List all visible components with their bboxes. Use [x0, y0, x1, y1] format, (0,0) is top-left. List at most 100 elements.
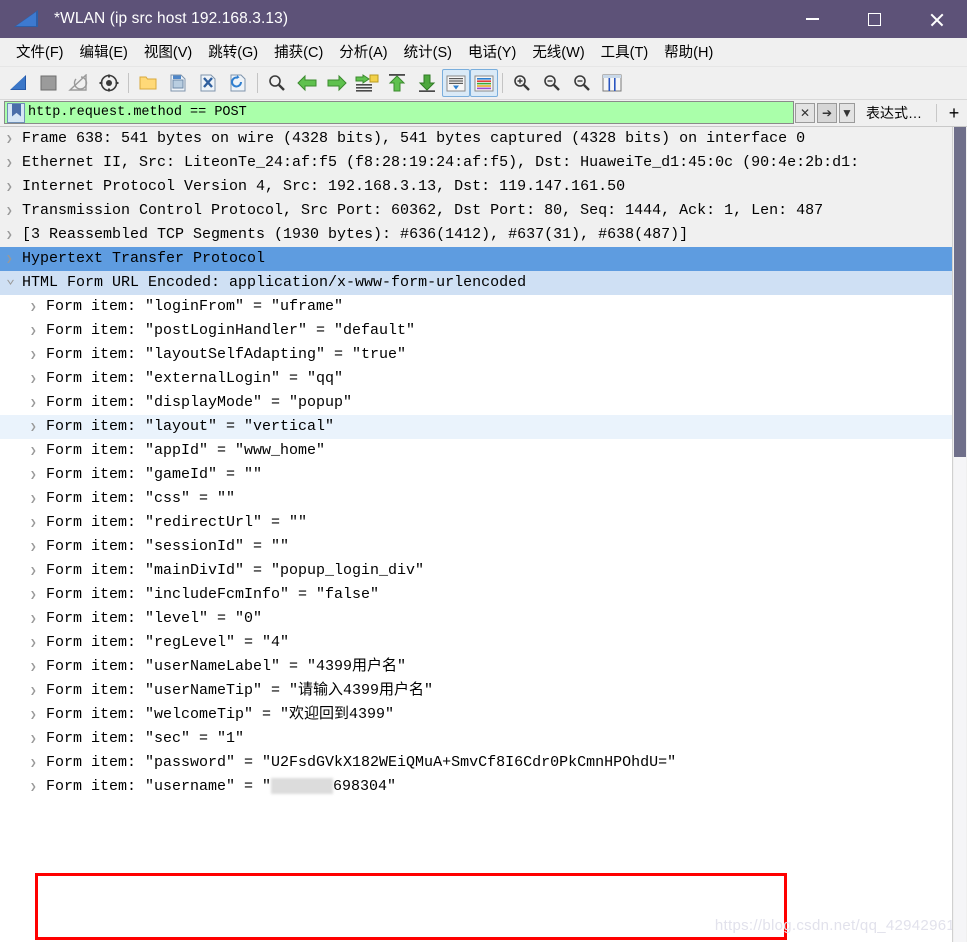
go-first-packet-icon[interactable]: [382, 69, 412, 97]
detail-row[interactable]: Form item: "sec" = "1": [0, 727, 952, 751]
packet-detail-tree[interactable]: Frame 638: 541 bytes on wire (4328 bits)…: [0, 127, 952, 942]
detail-row[interactable]: Ethernet II, Src: LiteonTe_24:af:f5 (f8:…: [0, 151, 952, 175]
close-button[interactable]: [905, 0, 967, 38]
detail-row[interactable]: Form item: "postLoginHandler" = "default…: [0, 319, 952, 343]
detail-row[interactable]: Form item: "loginFrom" = "uframe": [0, 295, 952, 319]
vertical-scrollbar[interactable]: [952, 127, 967, 942]
detail-row[interactable]: Form item: "gameId" = "": [0, 463, 952, 487]
chevron-right-icon[interactable]: [6, 175, 22, 200]
chevron-right-icon[interactable]: [30, 679, 46, 704]
chevron-right-icon[interactable]: [30, 295, 46, 320]
detail-row[interactable]: Form item: "layoutSelfAdapting" = "true": [0, 343, 952, 367]
detail-row[interactable]: Form item: "userNameLabel" = "4399用户名": [0, 655, 952, 679]
chevron-right-icon[interactable]: [30, 511, 46, 536]
chevron-right-icon[interactable]: [6, 199, 22, 224]
chevron-right-icon[interactable]: [6, 151, 22, 176]
minimize-button[interactable]: [781, 0, 843, 38]
detail-row[interactable]: Form item: "username" = " 698304": [0, 775, 952, 799]
chevron-right-icon[interactable]: [30, 703, 46, 728]
menu-go[interactable]: 跳转(G): [200, 39, 266, 65]
detail-row[interactable]: Form item: "password" = "U2FsdGVkX182WEi…: [0, 751, 952, 775]
menu-telephony[interactable]: 电话(Y): [460, 39, 524, 65]
detail-row[interactable]: Form item: "layout" = "vertical": [0, 415, 952, 439]
chevron-right-icon[interactable]: [30, 775, 46, 800]
start-capture-icon[interactable]: [4, 69, 34, 97]
detail-row[interactable]: Form item: "css" = "": [0, 487, 952, 511]
chevron-right-icon[interactable]: [30, 487, 46, 512]
chevron-right-icon[interactable]: [30, 391, 46, 416]
detail-row[interactable]: Internet Protocol Version 4, Src: 192.16…: [0, 175, 952, 199]
zoom-reset-icon[interactable]: [567, 69, 597, 97]
menu-file[interactable]: 文件(F): [8, 39, 72, 65]
open-file-icon[interactable]: [133, 69, 163, 97]
clear-filter-button[interactable]: ✕: [795, 103, 815, 123]
detail-row[interactable]: Form item: "displayMode" = "popup": [0, 391, 952, 415]
filter-expression-button[interactable]: 表达式…: [856, 103, 932, 123]
zoom-in-icon[interactable]: [507, 69, 537, 97]
chevron-right-icon[interactable]: [30, 583, 46, 608]
find-packet-icon[interactable]: [262, 69, 292, 97]
detail-row[interactable]: Form item: "regLevel" = "4": [0, 631, 952, 655]
add-filter-button[interactable]: +: [941, 103, 967, 124]
chevron-right-icon[interactable]: [6, 247, 22, 272]
chevron-right-icon[interactable]: [30, 463, 46, 488]
chevron-right-icon[interactable]: [30, 343, 46, 368]
chevron-right-icon[interactable]: [30, 535, 46, 560]
detail-row[interactable]: Form item: "externalLogin" = "qq": [0, 367, 952, 391]
go-forward-icon[interactable]: [322, 69, 352, 97]
filter-history-dropdown[interactable]: ▼: [839, 103, 855, 123]
detail-row[interactable]: Hypertext Transfer Protocol: [0, 247, 952, 271]
capture-options-icon[interactable]: [94, 69, 124, 97]
detail-row[interactable]: HTML Form URL Encoded: application/x-www…: [0, 271, 952, 295]
detail-row[interactable]: Form item: "userNameTip" = "请输入4399用户名": [0, 679, 952, 703]
detail-row[interactable]: Form item: "sessionId" = "": [0, 535, 952, 559]
go-last-packet-icon[interactable]: [412, 69, 442, 97]
menu-statistics[interactable]: 统计(S): [396, 39, 460, 65]
auto-scroll-icon[interactable]: [442, 69, 470, 97]
chevron-right-icon[interactable]: [30, 655, 46, 680]
detail-row[interactable]: Frame 638: 541 bytes on wire (4328 bits)…: [0, 127, 952, 151]
scrollbar-thumb[interactable]: [954, 127, 966, 457]
detail-row[interactable]: Form item: "redirectUrl" = "": [0, 511, 952, 535]
colorize-icon[interactable]: [470, 69, 498, 97]
chevron-right-icon[interactable]: [30, 367, 46, 392]
chevron-right-icon[interactable]: [30, 751, 46, 776]
zoom-out-icon[interactable]: [537, 69, 567, 97]
detail-row[interactable]: Form item: "appId" = "www_home": [0, 439, 952, 463]
chevron-down-icon[interactable]: [6, 271, 22, 295]
menu-analyze[interactable]: 分析(A): [331, 39, 395, 65]
detail-row[interactable]: Form item: "welcomeTip" = "欢迎回到4399": [0, 703, 952, 727]
chevron-right-icon[interactable]: [30, 559, 46, 584]
close-file-icon[interactable]: [193, 69, 223, 97]
reload-file-icon[interactable]: [223, 69, 253, 97]
menu-capture[interactable]: 捕获(C): [266, 39, 331, 65]
resize-columns-icon[interactable]: [597, 69, 627, 97]
go-to-packet-icon[interactable]: [352, 69, 382, 97]
chevron-right-icon[interactable]: [30, 631, 46, 656]
stop-capture-icon[interactable]: [34, 69, 64, 97]
menu-wireless[interactable]: 无线(W): [524, 39, 592, 65]
chevron-right-icon[interactable]: [30, 727, 46, 752]
bookmark-icon[interactable]: [7, 102, 25, 123]
chevron-right-icon[interactable]: [30, 439, 46, 464]
display-filter-input[interactable]: http.request.method == POST: [4, 101, 794, 124]
detail-row[interactable]: Form item: "level" = "0": [0, 607, 952, 631]
scrollbar-track[interactable]: [954, 457, 966, 942]
apply-filter-button[interactable]: ➔: [817, 103, 837, 123]
detail-row[interactable]: Form item: "mainDivId" = "popup_login_di…: [0, 559, 952, 583]
menu-tools[interactable]: 工具(T): [593, 39, 657, 65]
chevron-right-icon[interactable]: [30, 319, 46, 344]
menu-help[interactable]: 帮助(H): [656, 39, 721, 65]
menu-edit[interactable]: 编辑(E): [72, 39, 136, 65]
chevron-right-icon[interactable]: [30, 607, 46, 632]
detail-row[interactable]: Form item: "includeFcmInfo" = "false": [0, 583, 952, 607]
maximize-button[interactable]: [843, 0, 905, 38]
go-back-icon[interactable]: [292, 69, 322, 97]
menu-view[interactable]: 视图(V): [136, 39, 200, 65]
restart-capture-icon[interactable]: [64, 69, 94, 97]
detail-row[interactable]: [3 Reassembled TCP Segments (1930 bytes)…: [0, 223, 952, 247]
chevron-right-icon[interactable]: [6, 223, 22, 248]
save-file-icon[interactable]: [163, 69, 193, 97]
detail-row[interactable]: Transmission Control Protocol, Src Port:…: [0, 199, 952, 223]
chevron-right-icon[interactable]: [30, 415, 46, 440]
